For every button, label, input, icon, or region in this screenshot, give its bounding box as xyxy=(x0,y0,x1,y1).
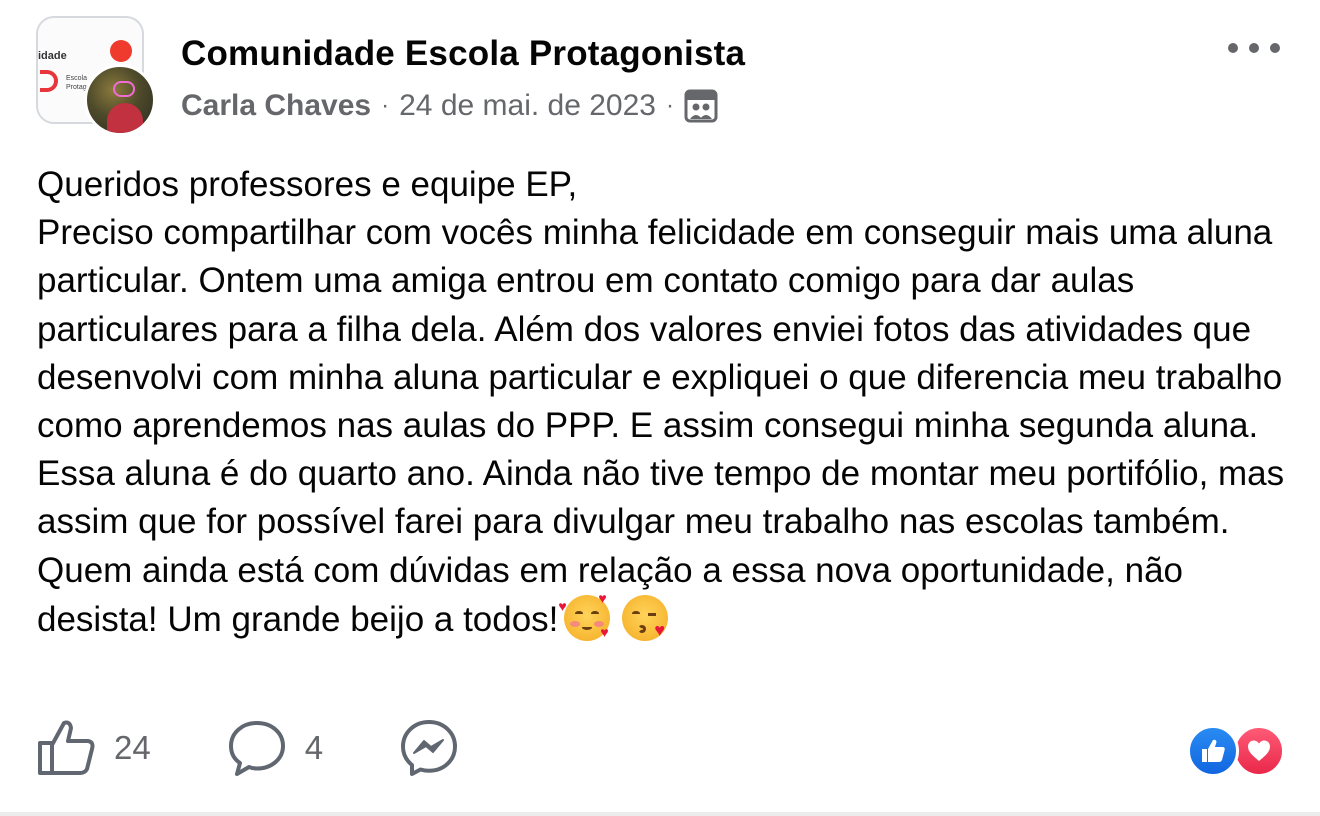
face-blowing-kiss-icon: ♥ xyxy=(622,594,669,641)
group-logo-text: idade xyxy=(38,50,67,62)
author-avatar[interactable] xyxy=(84,64,156,136)
avatar-person xyxy=(107,103,143,133)
group-logo-mark xyxy=(40,70,58,92)
facebook-post: idade Escola Protagonist Comunidade Esco… xyxy=(0,0,1320,816)
comment-button[interactable]: 4 xyxy=(227,719,323,777)
thumbs-up-icon xyxy=(36,719,96,777)
more-dot xyxy=(1270,43,1280,53)
group-name-link[interactable]: Comunidade Escola Protagonista xyxy=(181,34,745,74)
group-logo-dot xyxy=(110,40,132,62)
post-divider xyxy=(0,812,1320,816)
love-reaction-icon xyxy=(1233,725,1285,777)
smiling-face-with-hearts-icon: ♥ ♥ ♥ xyxy=(558,589,611,641)
post-actions: 24 4 xyxy=(36,716,459,780)
like-count: 24 xyxy=(114,729,151,766)
like-reaction-icon xyxy=(1187,725,1239,777)
messenger-icon xyxy=(399,719,459,777)
meta-separator: · xyxy=(665,92,674,119)
like-button[interactable]: 24 xyxy=(36,719,151,777)
post-date-link[interactable]: 24 de mai. de 2023 xyxy=(399,89,656,123)
post-avatar-group[interactable]: idade Escola Protagonist xyxy=(36,16,156,136)
group-icon xyxy=(684,89,718,123)
comment-count: 4 xyxy=(304,729,324,766)
avatar-neon-sign xyxy=(113,81,135,97)
post-body: Queridos professores e equipe EP, Precis… xyxy=(37,161,1297,644)
meta-separator: · xyxy=(381,92,390,119)
post-meta: Carla Chaves · 24 de mai. de 2023 · xyxy=(181,86,718,126)
more-dot xyxy=(1249,43,1259,53)
more-options-button[interactable] xyxy=(1226,30,1282,66)
send-messenger-button[interactable] xyxy=(399,719,459,777)
reactions-summary[interactable] xyxy=(1187,725,1287,777)
post-text: Queridos professores e equipe EP, Precis… xyxy=(37,165,1285,639)
more-dot xyxy=(1228,43,1238,53)
author-name-link[interactable]: Carla Chaves xyxy=(181,89,371,123)
comment-bubble-icon xyxy=(227,719,287,777)
